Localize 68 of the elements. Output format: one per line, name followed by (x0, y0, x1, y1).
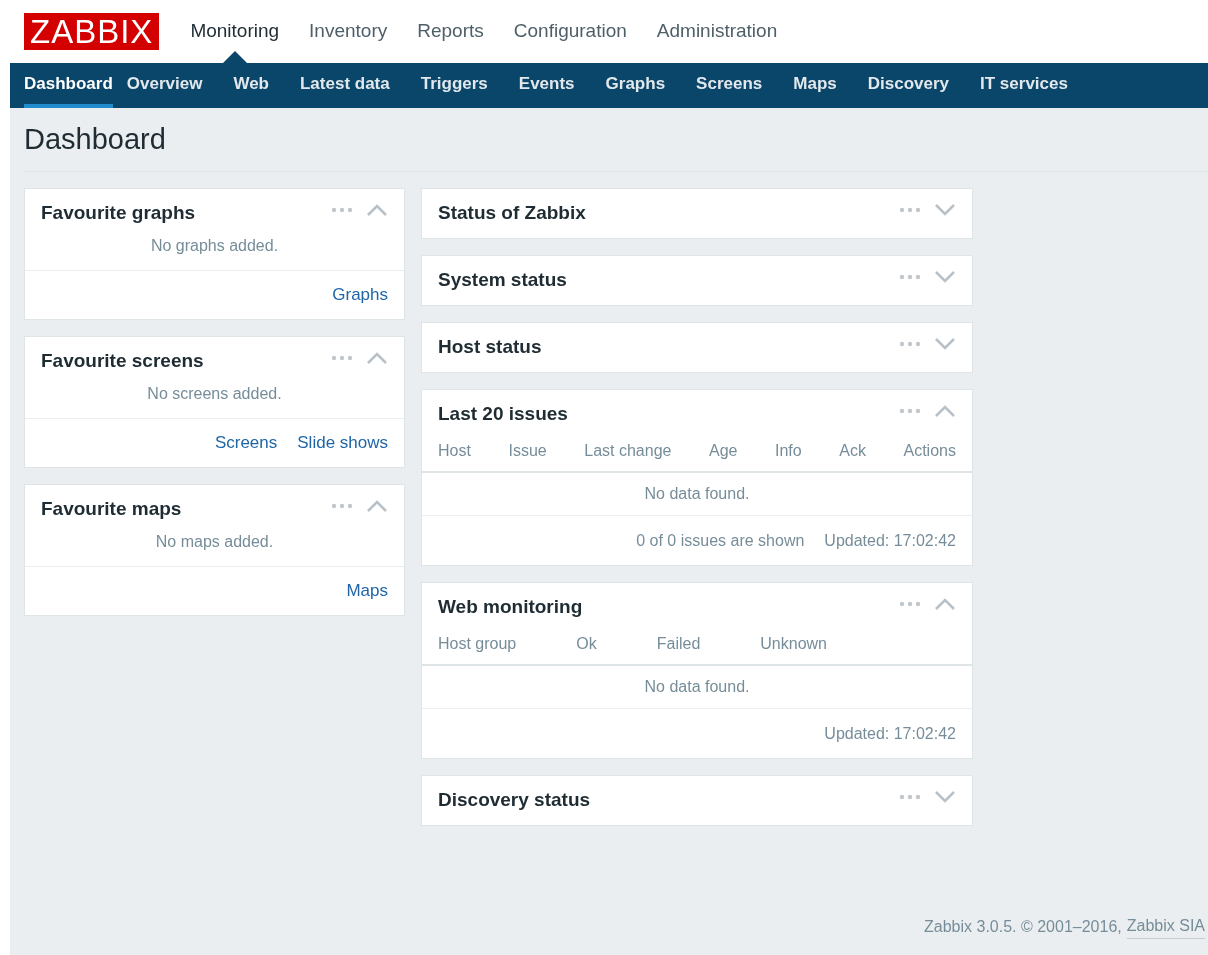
column-header: Unknown (760, 634, 827, 654)
more-icon[interactable] (898, 600, 922, 607)
sub-menu-tab[interactable]: Discovery (867, 63, 980, 108)
widget-title: Last 20 issues (438, 402, 569, 427)
more-icon[interactable] (898, 273, 922, 280)
more-icon[interactable] (898, 407, 922, 414)
menu-tab[interactable]: Configuration (513, 17, 627, 46)
collapse-icon[interactable] (366, 202, 388, 217)
more-icon[interactable] (898, 206, 922, 213)
widget-title: Web monitoring (438, 595, 584, 620)
column-header: Info (775, 441, 802, 461)
sub-menu-tab[interactable]: Events (518, 63, 605, 108)
collapse-icon[interactable] (934, 403, 956, 418)
sub-menu-tab[interactable]: Maps (793, 63, 867, 108)
sub-menu-tab[interactable]: Latest data (300, 63, 420, 108)
collapse-icon[interactable] (366, 350, 388, 365)
sub-menu-tab[interactable]: Web (233, 63, 299, 108)
sub-menu-tab[interactable]: Triggers (420, 63, 518, 108)
widget-link[interactable]: Screens (214, 430, 278, 456)
column-header: Failed (656, 634, 701, 654)
sub-menu-tab[interactable]: Screens (696, 63, 793, 108)
menu-tab[interactable]: Reports (417, 17, 484, 46)
menu-tab[interactable]: Administration (656, 17, 778, 46)
footer-text: Updated: 17:02:42 (824, 530, 956, 551)
expand-icon[interactable] (934, 202, 956, 217)
more-icon[interactable] (898, 340, 922, 347)
footer-text: 0 of 0 issues are shown (636, 530, 805, 551)
menu-tab[interactable]: Monitoring (190, 17, 280, 46)
collapse-icon[interactable] (934, 596, 956, 611)
sub-menu-tab[interactable]: IT services (980, 63, 1098, 108)
widget-title: Status of Zabbix (438, 201, 587, 226)
collapse-icon[interactable] (366, 498, 388, 513)
more-icon[interactable] (898, 793, 922, 800)
widget-link[interactable]: Slide shows (297, 430, 388, 456)
column-header: Ok (576, 634, 597, 654)
logo[interactable]: ZABBIX (24, 13, 160, 50)
empty-message: No screens added. (147, 385, 282, 402)
column-header: Age (709, 441, 738, 461)
empty-message: No data found. (644, 677, 750, 697)
widget-link[interactable]: Maps (346, 578, 388, 604)
widget-title: Favourite maps (41, 497, 183, 522)
widget-title: Host status (438, 335, 543, 360)
widget-title: System status (438, 268, 568, 293)
expand-icon[interactable] (934, 269, 956, 284)
copyright-text: Zabbix 3.0.5. © 2001–2016, (924, 916, 1122, 937)
sub-menu-tab[interactable]: Overview (126, 63, 233, 108)
sub-menu-tab[interactable]: Graphs (605, 63, 696, 108)
page-title: Dashboard (24, 121, 166, 157)
footer-text: Updated: 17:02:42 (824, 723, 956, 744)
empty-message: No graphs added. (150, 237, 279, 254)
column-header: Host (438, 441, 471, 461)
empty-message: No maps added. (155, 533, 274, 550)
more-icon[interactable] (330, 206, 354, 213)
column-header: Last change (584, 441, 672, 461)
expand-icon[interactable] (934, 789, 956, 804)
widget-title: Favourite graphs (41, 201, 197, 226)
more-icon[interactable] (330, 502, 354, 509)
more-icon[interactable] (330, 354, 354, 361)
column-header: Ack (839, 441, 866, 461)
widget-title: Favourite screens (41, 349, 205, 374)
column-header: Actions (903, 441, 956, 461)
expand-icon[interactable] (934, 336, 956, 351)
column-header: Issue (508, 441, 547, 461)
menu-tab[interactable]: Inventory (309, 17, 388, 46)
widget-link[interactable]: Graphs (332, 282, 388, 308)
empty-message: No data found. (644, 484, 750, 504)
column-header: Host group (438, 634, 517, 654)
widget-title: Discovery status (438, 788, 592, 813)
